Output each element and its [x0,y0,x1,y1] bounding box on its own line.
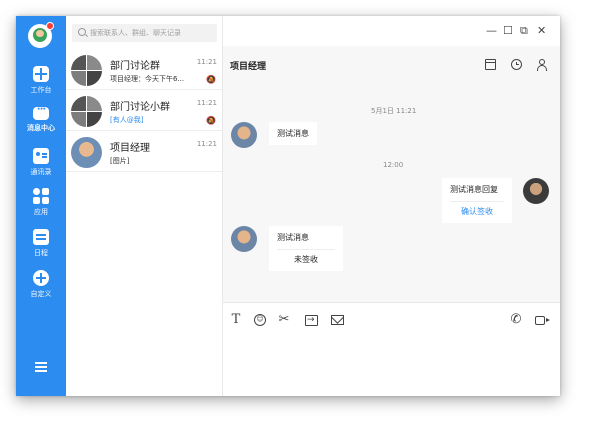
conversation-preview: 项目经理：今天下午6... [110,75,185,83]
conversation-name: 项目经理 [110,143,150,154]
contact-avatar [71,137,102,168]
nav-item-custom[interactable]: 自定义 [16,270,66,299]
nav-item-contacts[interactable]: 通讯录 [16,148,66,177]
conversation-time: 11:21 [196,58,217,66]
group-avatar [71,55,102,86]
conversation-name: 部门讨论群 [110,61,160,72]
message-bubble: 测试消息回复 确认签收 [442,178,512,223]
nav-item-label: 消息中心 [27,124,55,132]
conversation-item[interactable]: 部门讨论小群 [有人@我] 11:21 🔕 [66,91,222,131]
sender-avatar[interactable] [231,122,257,148]
message-timestamp: 5月1日 11:21 [371,107,417,115]
minimize-button[interactable]: — [486,24,497,37]
conversation-time: 11:21 [196,140,217,148]
group-avatar [71,96,102,127]
conversation-time: 11:21 [196,99,217,107]
emoji-icon[interactable]: ☺ [254,314,266,326]
scissors-icon[interactable]: ✂ [277,313,291,327]
calendar-icon[interactable] [485,59,496,70]
message-text: 测试消息 [277,129,309,138]
nav-item-label: 自定义 [30,290,52,298]
send-file-icon[interactable] [305,313,318,327]
mail-icon[interactable] [331,315,344,325]
nav-item-label: 通讯录 [30,168,52,176]
conversation-name: 部门讨论小群 [110,102,170,113]
workbench-icon [33,66,49,82]
nav-item-label: 工作台 [30,86,52,94]
nav-item-label: 应用 [34,208,48,216]
history-clock-icon[interactable] [511,59,522,70]
maximize-button[interactable]: ☐ [503,24,513,37]
chat-title: 项目经理 [230,62,267,72]
mute-bell-icon: 🔕 [206,116,216,125]
chat-panel: — ☐ ⧉ ✕ 项目经理 5月1日 11:21 测试消息 12:00 测试消息回… [223,16,560,396]
mute-bell-icon: 🔕 [206,75,216,84]
message-icon [33,104,49,120]
add-icon [33,270,49,286]
nav-item-schedule[interactable]: 日程 [16,229,66,258]
unreceipted-status: 未签收 [277,249,335,265]
message-timestamp: 12:00 [383,161,404,169]
text-format-icon[interactable]: T [229,313,243,327]
conversation-item[interactable]: 项目经理 [图片] 11:21 [66,132,222,172]
input-toolbar: T ☺ ✂ ✆ [223,302,560,396]
search-box [72,24,217,42]
nav-item-workbench[interactable]: 工作台 [16,66,66,95]
app-window: 工作台 消息中心 通讯录 应用 日程 自定义 [16,16,560,396]
search-input[interactable] [90,26,212,40]
search-icon [78,28,86,36]
nav-item-messages[interactable]: 消息中心 [16,104,66,133]
schedule-icon [33,229,49,245]
message-bubble: 测试消息 [269,122,317,145]
contacts-icon [33,148,49,164]
close-button[interactable]: ✕ [537,24,546,37]
conversation-preview: [有人@我] [110,116,144,124]
nav-item-apps[interactable]: 应用 [16,188,66,217]
sender-avatar[interactable] [231,226,257,252]
main-nav: 工作台 消息中心 通讯录 应用 日程 自定义 [16,16,66,396]
apps-icon [33,188,49,204]
message-text: 测试消息回复 [450,185,498,194]
nav-item-label: 日程 [34,249,48,257]
title-bar: — ☐ ⧉ ✕ [223,16,560,46]
menu-icon[interactable] [35,362,47,372]
chat-header: 项目经理 [223,46,560,72]
conversation-item[interactable]: 部门讨论群 项目经理：今天下午6... 11:21 🔕 [66,50,222,90]
message-text: 测试消息 [277,233,309,242]
conversation-list: 部门讨论群 项目经理：今天下午6... 11:21 🔕 部门讨论小群 [有人@我… [66,16,223,396]
message-area: 5月1日 11:21 测试消息 12:00 测试消息回复 确认签收 测试消息 未… [223,72,560,302]
notification-badge [46,22,54,30]
message-bubble: 测试消息 未签收 [269,226,343,271]
user-avatar[interactable] [28,22,54,48]
user-profile-icon[interactable] [536,59,547,71]
confirm-receipt-link[interactable]: 确认签收 [450,201,504,217]
my-avatar[interactable] [523,178,549,204]
phone-icon[interactable]: ✆ [509,313,523,327]
avatar-image [33,28,47,42]
conversation-preview: [图片] [110,157,130,165]
video-call-icon[interactable] [535,316,550,325]
restore-button[interactable]: ⧉ [520,24,528,38]
